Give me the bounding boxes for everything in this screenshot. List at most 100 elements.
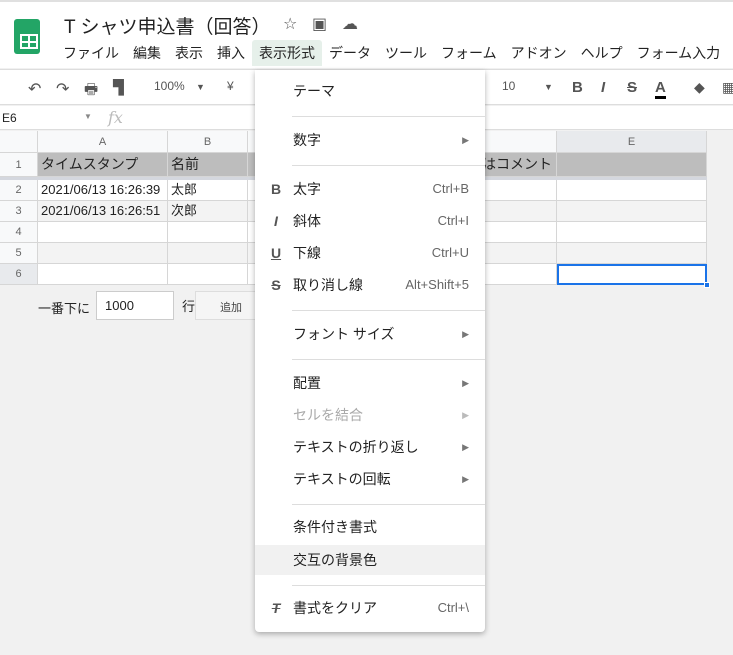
menu-data[interactable]: データ: [322, 40, 378, 66]
bold-icon[interactable]: B: [572, 79, 583, 96]
redo-icon[interactable]: ↷: [56, 79, 69, 99]
menu-form[interactable]: フォーム: [434, 40, 504, 66]
menu-item-align[interactable]: 配置 ▶: [255, 368, 485, 398]
cell-e5[interactable]: [557, 243, 707, 264]
menu-item-text-rotation[interactable]: テキストの回転 ▶: [255, 464, 485, 494]
cloud-status-icon[interactable]: ☁: [342, 14, 358, 34]
name-box-dropdown-icon[interactable]: ▼: [84, 112, 92, 121]
menu-view[interactable]: 表示: [168, 40, 210, 66]
font-size-dropdown-icon[interactable]: ▼: [544, 82, 553, 92]
column-header-a[interactable]: A: [38, 131, 168, 153]
menu-item-italic[interactable]: I 斜体 Ctrl+I: [255, 206, 485, 236]
italic-icon[interactable]: I: [601, 79, 605, 96]
menu-item-conditional-format[interactable]: 条件付き書式: [255, 512, 485, 542]
row-header-4[interactable]: 4: [0, 222, 38, 243]
document-title[interactable]: T シャツ申込書（回答）: [64, 12, 271, 39]
zoom-dropdown-icon[interactable]: ▼: [196, 82, 205, 92]
clear-format-icon: T: [271, 600, 281, 616]
italic-icon: I: [274, 213, 278, 229]
cell-a4[interactable]: [38, 222, 168, 243]
menu-bar: ファイル 編集 表示 挿入 表示形式 データ ツール フォーム アドオン ヘルプ…: [56, 40, 727, 66]
menu-item-label: 条件付き書式: [293, 519, 377, 535]
row-header-1[interactable]: 1: [0, 153, 38, 177]
star-icon[interactable]: ☆: [283, 14, 297, 34]
menu-item-alternating-colors[interactable]: 交互の背景色: [255, 545, 485, 575]
font-size-select[interactable]: 10: [502, 79, 515, 93]
menu-item-label: 書式をクリア: [293, 600, 377, 616]
menu-item-strikethrough[interactable]: S 取り消し線 Alt+Shift+5: [255, 270, 485, 300]
text-color-icon[interactable]: A: [655, 79, 666, 99]
zoom-select[interactable]: 100%: [154, 79, 185, 93]
strikethrough-icon[interactable]: S: [627, 79, 637, 96]
borders-icon[interactable]: ▦: [722, 79, 733, 96]
row-header-3[interactable]: 3: [0, 201, 38, 222]
menu-format[interactable]: 表示形式: [252, 40, 322, 66]
menu-separator: [292, 585, 485, 586]
cell-a3[interactable]: 2021/06/13 16:26:51: [38, 201, 168, 222]
submenu-arrow-icon: ▶: [462, 135, 469, 145]
cell-b2[interactable]: 太郎: [168, 180, 248, 201]
add-rows-input[interactable]: 1000: [96, 291, 174, 320]
menu-separator: [292, 310, 485, 311]
row-header-6[interactable]: 6: [0, 264, 38, 285]
column-header-e[interactable]: E: [557, 131, 707, 153]
cell-b3[interactable]: 次郎: [168, 201, 248, 222]
cell-b4[interactable]: [168, 222, 248, 243]
menu-form-input[interactable]: フォーム入力: [630, 40, 728, 66]
cell-a2[interactable]: 2021/06/13 16:26:39: [38, 180, 168, 201]
menu-addons[interactable]: アドオン: [504, 40, 574, 66]
menu-item-text-wrap[interactable]: テキストの折り返し ▶: [255, 432, 485, 462]
menu-item-label: 数字: [293, 132, 321, 148]
paint-format-icon[interactable]: ▜: [113, 79, 124, 96]
cell-b5[interactable]: [168, 243, 248, 264]
move-folder-icon[interactable]: ▣: [312, 14, 327, 34]
submenu-arrow-icon: ▶: [462, 378, 469, 388]
bold-icon: B: [270, 181, 282, 197]
cell-a5[interactable]: [38, 243, 168, 264]
row-header-2[interactable]: 2: [0, 180, 38, 201]
sheets-logo-icon[interactable]: [14, 19, 40, 54]
cell-e1[interactable]: [557, 153, 707, 177]
column-header-b[interactable]: B: [168, 131, 248, 153]
menu-separator: [292, 116, 485, 117]
currency-button[interactable]: ¥: [227, 79, 234, 93]
submenu-arrow-icon: ▶: [462, 410, 469, 420]
row-header-5[interactable]: 5: [0, 243, 38, 264]
menu-item-label: 下線: [293, 245, 321, 261]
fill-color-icon[interactable]: ◆: [694, 79, 705, 96]
menu-item-font-size[interactable]: フォント サイズ ▶: [255, 319, 485, 349]
menu-file[interactable]: ファイル: [56, 40, 126, 66]
cell-e2[interactable]: [557, 180, 707, 201]
cell-a1[interactable]: タイムスタンプ: [38, 153, 168, 177]
menu-item-underline[interactable]: U 下線 Ctrl+U: [255, 238, 485, 268]
name-box[interactable]: E6: [2, 111, 17, 125]
undo-icon[interactable]: ↶: [28, 79, 41, 99]
cell-b6[interactable]: [168, 264, 248, 285]
menu-item-clear-format[interactable]: T 書式をクリア Ctrl+\: [255, 593, 485, 623]
shortcut: Ctrl+I: [437, 213, 469, 228]
select-all-corner[interactable]: [0, 131, 38, 153]
cell-e4[interactable]: [557, 222, 707, 243]
cell-a6[interactable]: [38, 264, 168, 285]
shortcut: Alt+Shift+5: [405, 277, 469, 292]
fill-handle[interactable]: [704, 282, 710, 288]
menu-item-label: 太字: [293, 181, 321, 197]
cell-b1[interactable]: 名前: [168, 153, 248, 177]
menu-item-bold[interactable]: B 太字 Ctrl+B: [255, 174, 485, 204]
menu-item-merge-cells[interactable]: セルを結合 ▶: [255, 400, 485, 430]
cell-e6-selected[interactable]: [557, 264, 707, 285]
menu-item-label: 交互の背景色: [293, 552, 377, 568]
menu-item-label: セルを結合: [293, 407, 363, 423]
submenu-arrow-icon: ▶: [462, 474, 469, 484]
menu-item-number[interactable]: 数字 ▶: [255, 125, 485, 155]
menu-edit[interactable]: 編集: [126, 40, 168, 66]
print-icon[interactable]: 🖶: [84, 79, 98, 104]
menu-item-label: 取り消し線: [293, 277, 363, 293]
menu-insert[interactable]: 挿入: [210, 40, 252, 66]
underline-icon: U: [270, 245, 282, 261]
cell-e3[interactable]: [557, 201, 707, 222]
menu-tools[interactable]: ツール: [378, 40, 434, 66]
menu-item-label: テーマ: [293, 83, 335, 99]
menu-help[interactable]: ヘルプ: [574, 40, 630, 66]
menu-item-theme[interactable]: テーマ: [255, 76, 485, 106]
